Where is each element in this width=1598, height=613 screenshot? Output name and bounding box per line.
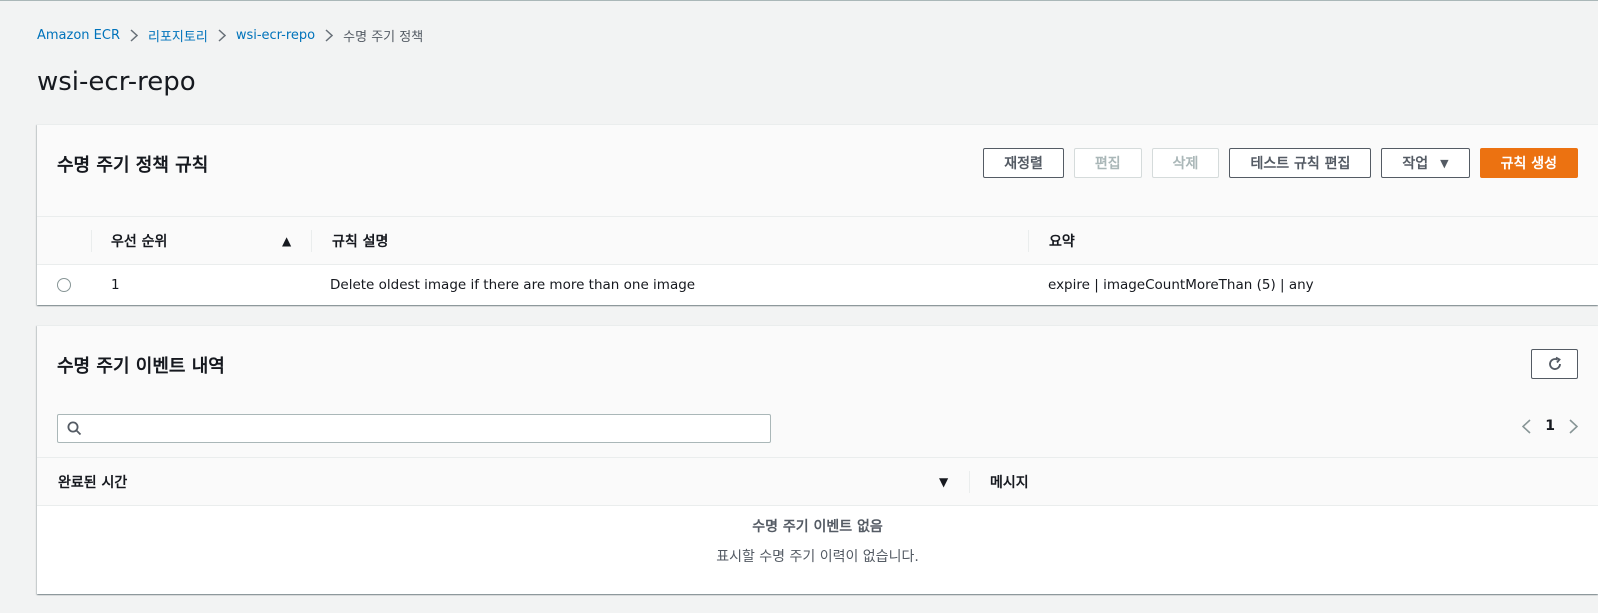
sort-ascending-icon[interactable]: ▲ — [282, 234, 291, 248]
column-header-message: 메시지 — [990, 475, 1029, 491]
breadcrumb-current: 수명 주기 정책 — [343, 30, 424, 45]
actions-label: 작업 — [1402, 156, 1429, 172]
column-header-summary: 요약 — [1049, 234, 1075, 250]
breadcrumb-repositories[interactable]: 리포지토리 — [148, 26, 208, 45]
refresh-button[interactable] — [1531, 349, 1578, 379]
create-rule-button[interactable]: 규칙 생성 — [1479, 148, 1578, 178]
rule-summary: expire | imageCountMoreThan (5) | any — [1048, 277, 1314, 293]
edit-test-rules-button[interactable]: 테스트 규칙 편집 — [1229, 148, 1372, 178]
column-divider — [969, 471, 970, 493]
events-panel-header: 수명 주기 이벤트 내역 1 — [37, 326, 1598, 458]
delete-button[interactable]: 삭제 — [1151, 148, 1220, 178]
edit-button[interactable]: 편집 — [1073, 148, 1142, 178]
chevron-right-icon — [218, 29, 226, 42]
page-title: wsi-ecr-repo — [37, 67, 196, 97]
rule-description: Delete oldest image if there are more th… — [330, 277, 696, 293]
events-table-header: 완료된 시간 ▼ 메시지 — [37, 458, 1598, 506]
sort-descending-icon[interactable]: ▼ — [939, 475, 948, 489]
column-header-description: 규칙 설명 — [332, 234, 389, 250]
lifecycle-events-panel: 수명 주기 이벤트 내역 1 완료된 시간 ▼ 메시지 수명 주기 이벤트 없음… — [37, 325, 1598, 594]
row-select-radio[interactable] — [57, 278, 71, 292]
reorder-button[interactable]: 재정렬 — [983, 148, 1064, 178]
chevron-right-icon — [130, 29, 138, 42]
empty-state-title: 수명 주기 이벤트 없음 — [752, 519, 883, 535]
column-header-priority[interactable]: 우선 순위 — [111, 217, 167, 265]
rule-priority: 1 — [111, 277, 120, 293]
rules-table-header: 우선 순위 ▲ 규칙 설명 요약 — [37, 217, 1598, 265]
rules-panel-header: 수명 주기 정책 규칙 재정렬 편집 삭제 테스트 규칙 편집 작업 ▼ 규칙 … — [37, 125, 1598, 217]
actions-dropdown-button[interactable]: 작업 ▼ — [1381, 148, 1470, 178]
refresh-icon — [1547, 356, 1563, 372]
table-row[interactable]: 1 Delete oldest image if there are more … — [37, 265, 1598, 305]
breadcrumb: Amazon ECR 리포지토리 wsi-ecr-repo 수명 주기 정책 — [37, 26, 423, 45]
rules-actions: 재정렬 편집 삭제 테스트 규칙 편집 작업 ▼ 규칙 생성 — [983, 148, 1578, 178]
column-divider — [91, 230, 92, 252]
caret-down-icon: ▼ — [1440, 156, 1449, 170]
rules-panel-title: 수명 주기 정책 규칙 — [57, 155, 209, 176]
next-page-icon[interactable] — [1569, 418, 1578, 434]
lifecycle-rules-panel: 수명 주기 정책 규칙 재정렬 편집 삭제 테스트 규칙 편집 작업 ▼ 규칙 … — [37, 124, 1598, 305]
column-header-completed-time[interactable]: 완료된 시간 — [58, 458, 127, 506]
event-search-input[interactable] — [82, 415, 770, 442]
events-actions — [1531, 349, 1578, 379]
column-divider — [1028, 230, 1029, 252]
column-divider — [311, 230, 312, 252]
previous-page-icon[interactable] — [1522, 418, 1531, 434]
chevron-right-icon — [325, 29, 334, 42]
events-panel-title: 수명 주기 이벤트 내역 — [57, 356, 225, 377]
breadcrumb-repo[interactable]: wsi-ecr-repo — [236, 28, 315, 43]
event-search-field — [57, 414, 771, 443]
breadcrumb-amazon-ecr[interactable]: Amazon ECR — [37, 28, 120, 43]
search-icon — [67, 421, 82, 436]
current-page-number[interactable]: 1 — [1545, 418, 1555, 434]
pagination: 1 — [1522, 418, 1578, 434]
empty-state-message: 표시할 수명 주기 이력이 없습니다. — [716, 549, 919, 565]
